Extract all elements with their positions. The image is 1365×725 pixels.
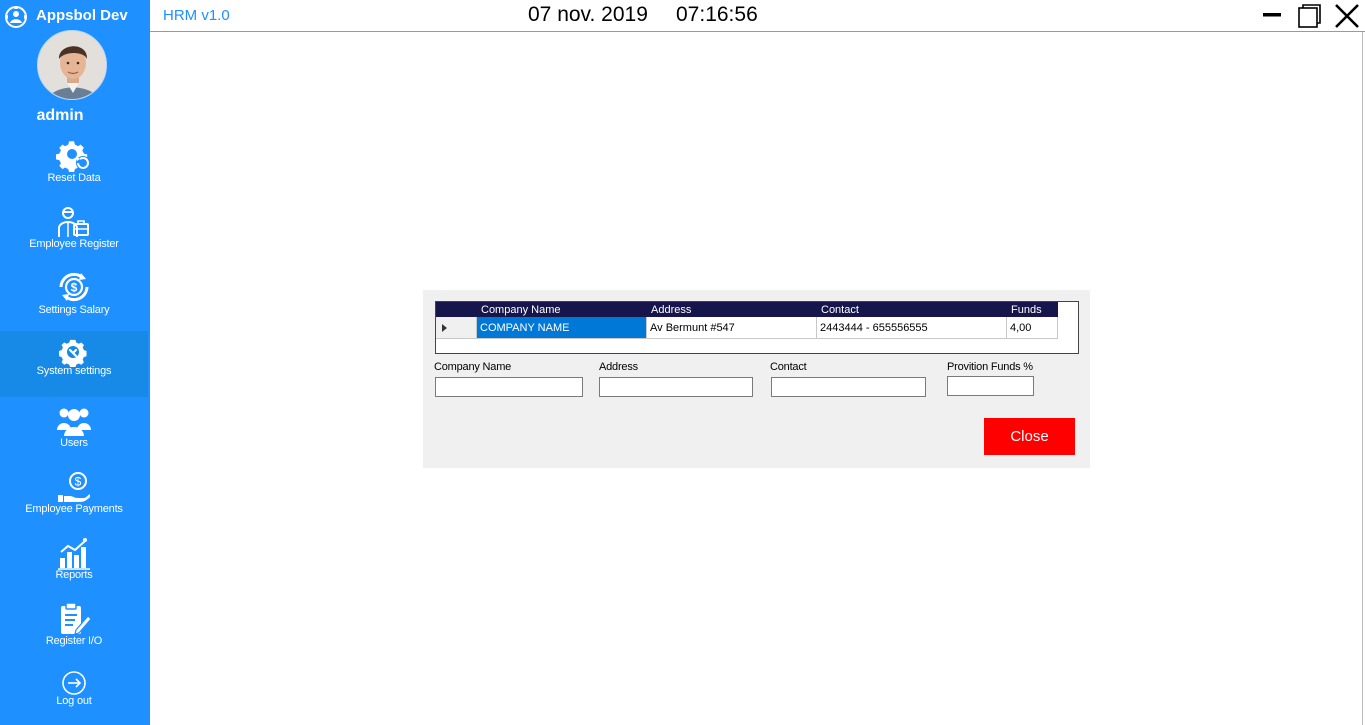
current-row-arrow-icon (442, 324, 447, 332)
sidebar-item-users[interactable]: Users (0, 398, 148, 464)
sidebar-item-register-io[interactable]: Register I/O (0, 596, 148, 662)
svg-text:$: $ (71, 281, 78, 295)
sidebar-item-label: Register I/O (45, 635, 103, 647)
sidebar-item-label: Settings Salary (38, 304, 110, 316)
sidebar-item-reset-data[interactable]: Reset Data (0, 132, 148, 198)
employee-icon (58, 207, 89, 237)
row-selector[interactable] (436, 317, 477, 339)
sidebar-item-label: Log out (56, 695, 92, 707)
sidebar: Appsbol Dev admin Reset Data Employee Re… (0, 0, 150, 725)
app-version: HRM v1.0 (163, 7, 230, 24)
company-name-label: Company Name (434, 361, 512, 373)
address-label: Address (599, 361, 638, 373)
users-icon (57, 408, 91, 436)
sidebar-item-label: Employee Payments (25, 503, 123, 515)
sidebar-item-label: Users (60, 437, 88, 449)
sidebar-item-employee-payments[interactable]: $ Employee Payments (0, 464, 148, 530)
sidebar-item-system-settings[interactable]: System settings (0, 331, 148, 397)
gear-reset-icon (56, 141, 90, 172)
company-grid[interactable]: Company Name Address Contact Funds COMPA… (435, 301, 1079, 354)
sidebar-item-label: Reports (55, 569, 93, 581)
brand-logo-icon (5, 6, 27, 28)
user-avatar-icon (38, 31, 106, 99)
company-settings-dialog: Company Name Address Contact Funds COMPA… (423, 290, 1090, 468)
logout-icon (62, 671, 86, 695)
sidebar-item-settings-salary[interactable]: $ Settings Salary (0, 264, 148, 330)
maximize-button[interactable] (1295, 2, 1323, 30)
column-header-contact[interactable]: Contact (817, 302, 1007, 317)
provision-funds-label: Provition Funds % (947, 361, 1033, 373)
table-row[interactable]: COMPANY NAME Av Bermunt #547 2443444 - 6… (436, 317, 1058, 339)
contact-label: Contact (770, 361, 807, 373)
grid-header: Company Name Address Contact Funds (436, 302, 1058, 317)
avatar (37, 30, 107, 100)
username: admin (36, 107, 84, 124)
sidebar-item-label: Reset Data (47, 172, 101, 184)
svg-text:$: $ (75, 475, 82, 489)
column-header-funds[interactable]: Funds (1007, 302, 1058, 317)
provision-funds-input[interactable] (947, 376, 1034, 396)
cell-contact[interactable]: 2443444 - 655556555 (817, 317, 1007, 339)
cell-address[interactable]: Av Bermunt #547 (647, 317, 817, 339)
sidebar-item-label: Employee Register (29, 238, 119, 250)
main-panel-border (1362, 32, 1363, 725)
salary-settings-icon: $ (59, 272, 89, 302)
system-settings-icon (59, 339, 87, 367)
contact-input[interactable] (771, 377, 926, 397)
sidebar-item-label: System settings (36, 365, 112, 377)
close-button[interactable]: Close (984, 418, 1075, 455)
sidebar-item-employee-register[interactable]: Employee Register (0, 198, 148, 264)
column-header-address[interactable]: Address (647, 302, 817, 317)
current-time: 07:16:56 (676, 3, 758, 26)
app-window: Appsbol Dev admin Reset Data Employee Re… (0, 0, 1365, 725)
brand: Appsbol Dev (0, 0, 150, 32)
minimize-icon (1263, 13, 1281, 17)
sidebar-item-logout[interactable]: Log out (0, 662, 148, 725)
company-name-input[interactable] (435, 377, 583, 397)
close-window-button[interactable] (1333, 2, 1361, 30)
address-input[interactable] (599, 377, 753, 397)
cell-funds[interactable]: 4,00 (1007, 317, 1058, 339)
minimize-button[interactable] (1258, 2, 1286, 30)
close-icon (1335, 4, 1359, 28)
current-date: 07 nov. 2019 (528, 3, 648, 26)
title-bar: HRM v1.0 07 nov. 2019 07:16:56 (150, 0, 1365, 32)
payments-icon: $ (58, 472, 90, 502)
column-header-company-name[interactable]: Company Name (477, 302, 647, 317)
clipboard-icon (61, 602, 92, 635)
brand-name: Appsbol Dev (36, 7, 128, 24)
sidebar-item-reports[interactable]: Reports (0, 530, 148, 596)
reports-icon (58, 538, 90, 570)
cell-company-name[interactable]: COMPANY NAME (477, 317, 647, 339)
maximize-icon (1298, 4, 1321, 28)
